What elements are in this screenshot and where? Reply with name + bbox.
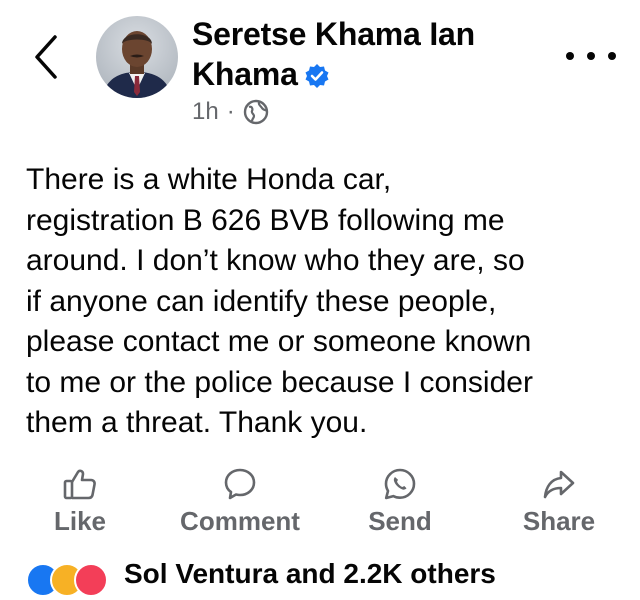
thumbs-up-icon: [63, 469, 96, 500]
reactions-summary[interactable]: Sol Ventura and 2.2K others: [124, 558, 496, 590]
whatsapp-icon: [384, 468, 416, 500]
reaction-icons[interactable]: [26, 560, 108, 600]
avatar[interactable]: [96, 16, 178, 98]
share-icon: [543, 470, 575, 499]
author-name-text: Seretse Khama Ian Khama: [192, 16, 475, 92]
chevron-left-icon: [35, 35, 57, 79]
post-time[interactable]: 1h: [192, 98, 219, 126]
post-header: Seretse Khama Ian Khama 1h ·: [0, 0, 640, 140]
comment-icon: [224, 468, 256, 500]
send-label: Send: [368, 506, 432, 536]
share-label: Share: [522, 506, 596, 536]
like-button[interactable]: Like: [44, 464, 116, 540]
meta-separator: ·: [226, 98, 235, 125]
like-label: Like: [53, 506, 107, 536]
post-meta: 1h ·: [192, 96, 269, 128]
verified-badge-icon: [304, 58, 330, 98]
dot-icon: [608, 52, 616, 60]
comment-button[interactable]: Comment: [168, 464, 312, 540]
post-text: There is a white Honda car, registration…: [26, 163, 533, 439]
back-button[interactable]: [26, 32, 66, 82]
love-reaction-icon: [74, 563, 108, 597]
author-name[interactable]: Seretse Khama Ian Khama: [192, 14, 552, 98]
dot-icon: [566, 52, 574, 60]
more-options-button[interactable]: [566, 38, 616, 74]
comment-label: Comment: [180, 506, 300, 536]
share-button[interactable]: Share: [512, 464, 606, 540]
globe-icon: [243, 99, 268, 125]
action-bar: Like Comment Send Share: [0, 464, 640, 540]
dot-icon: [587, 52, 595, 60]
send-button[interactable]: Send: [356, 464, 444, 540]
